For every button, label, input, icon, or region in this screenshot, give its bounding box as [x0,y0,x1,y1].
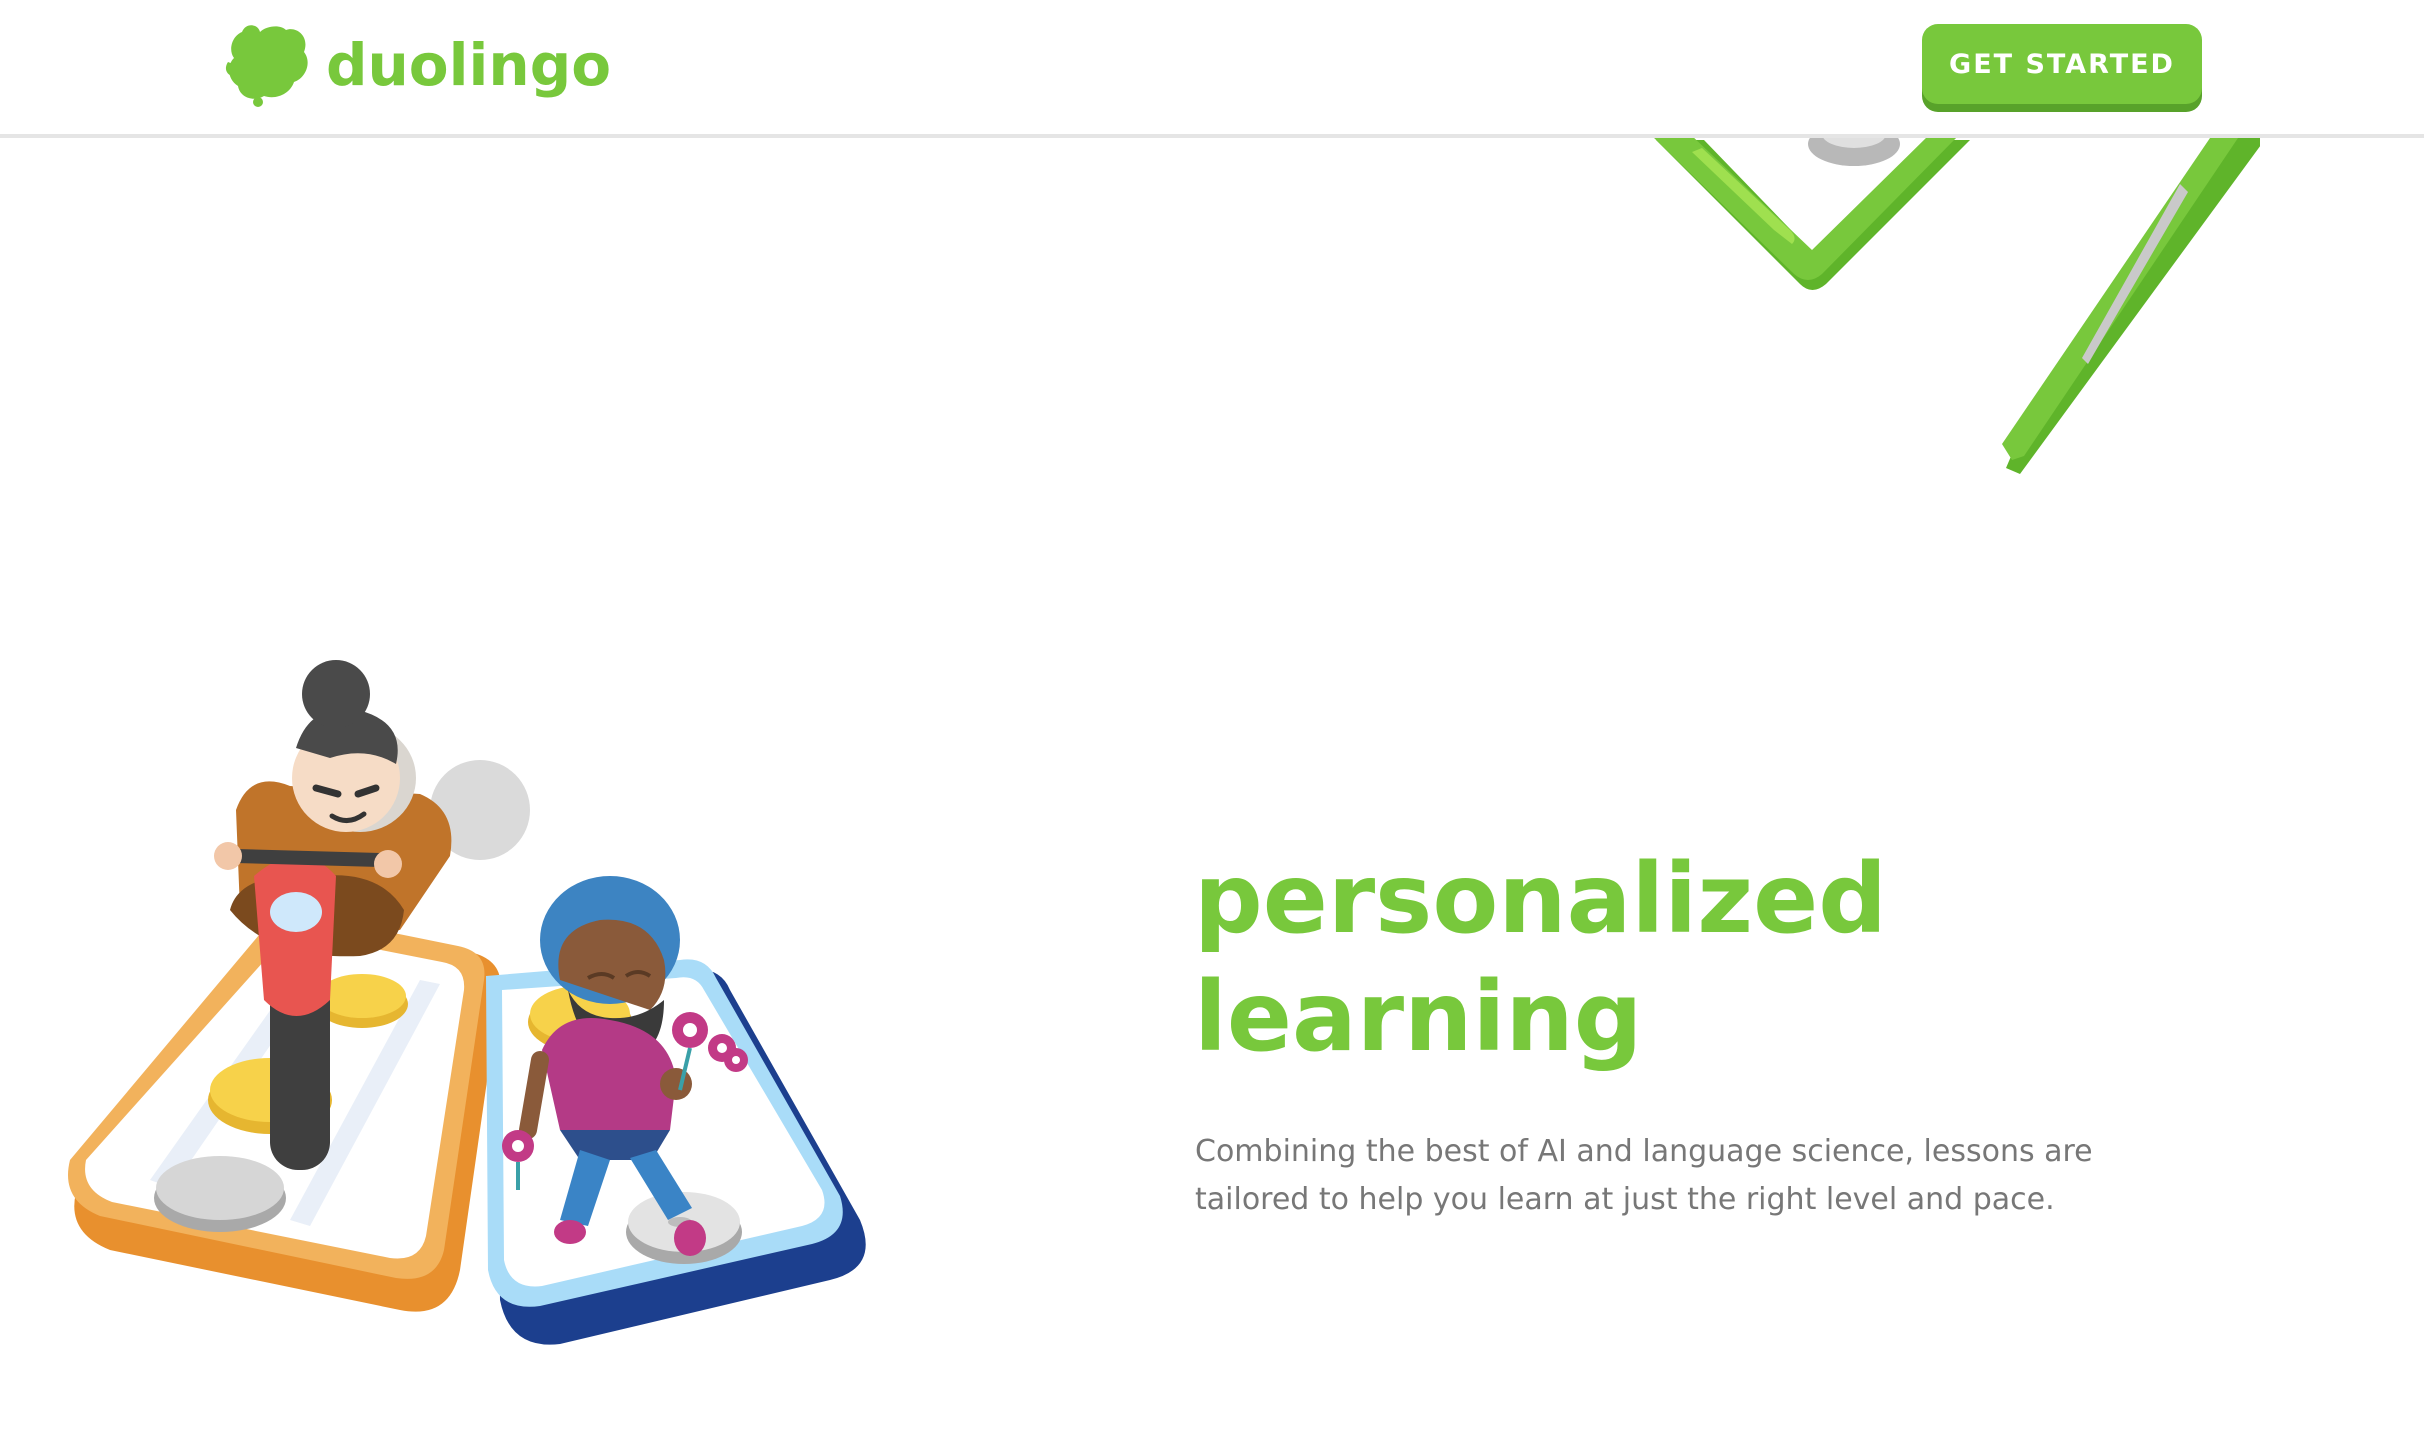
get-started-button[interactable]: GET STARTED [1922,24,2202,104]
lesson-path-illustration [1650,134,2260,474]
top-nav: duolingo GET STARTED [0,0,2424,138]
logo-wordmark: duolingo [326,31,612,99]
hero-title-line-1: personalized [1194,843,1887,955]
duolingo-logo[interactable]: duolingo [224,22,611,108]
hero-title-line-2: learning [1194,961,1643,1073]
hero-description: Combining the best of AI and language sc… [1195,1134,2093,1217]
hero-title: personalized learning [1194,840,2094,1076]
phone-characters-illustration [68,660,866,1345]
duo-owl-logo-icon [225,25,308,107]
